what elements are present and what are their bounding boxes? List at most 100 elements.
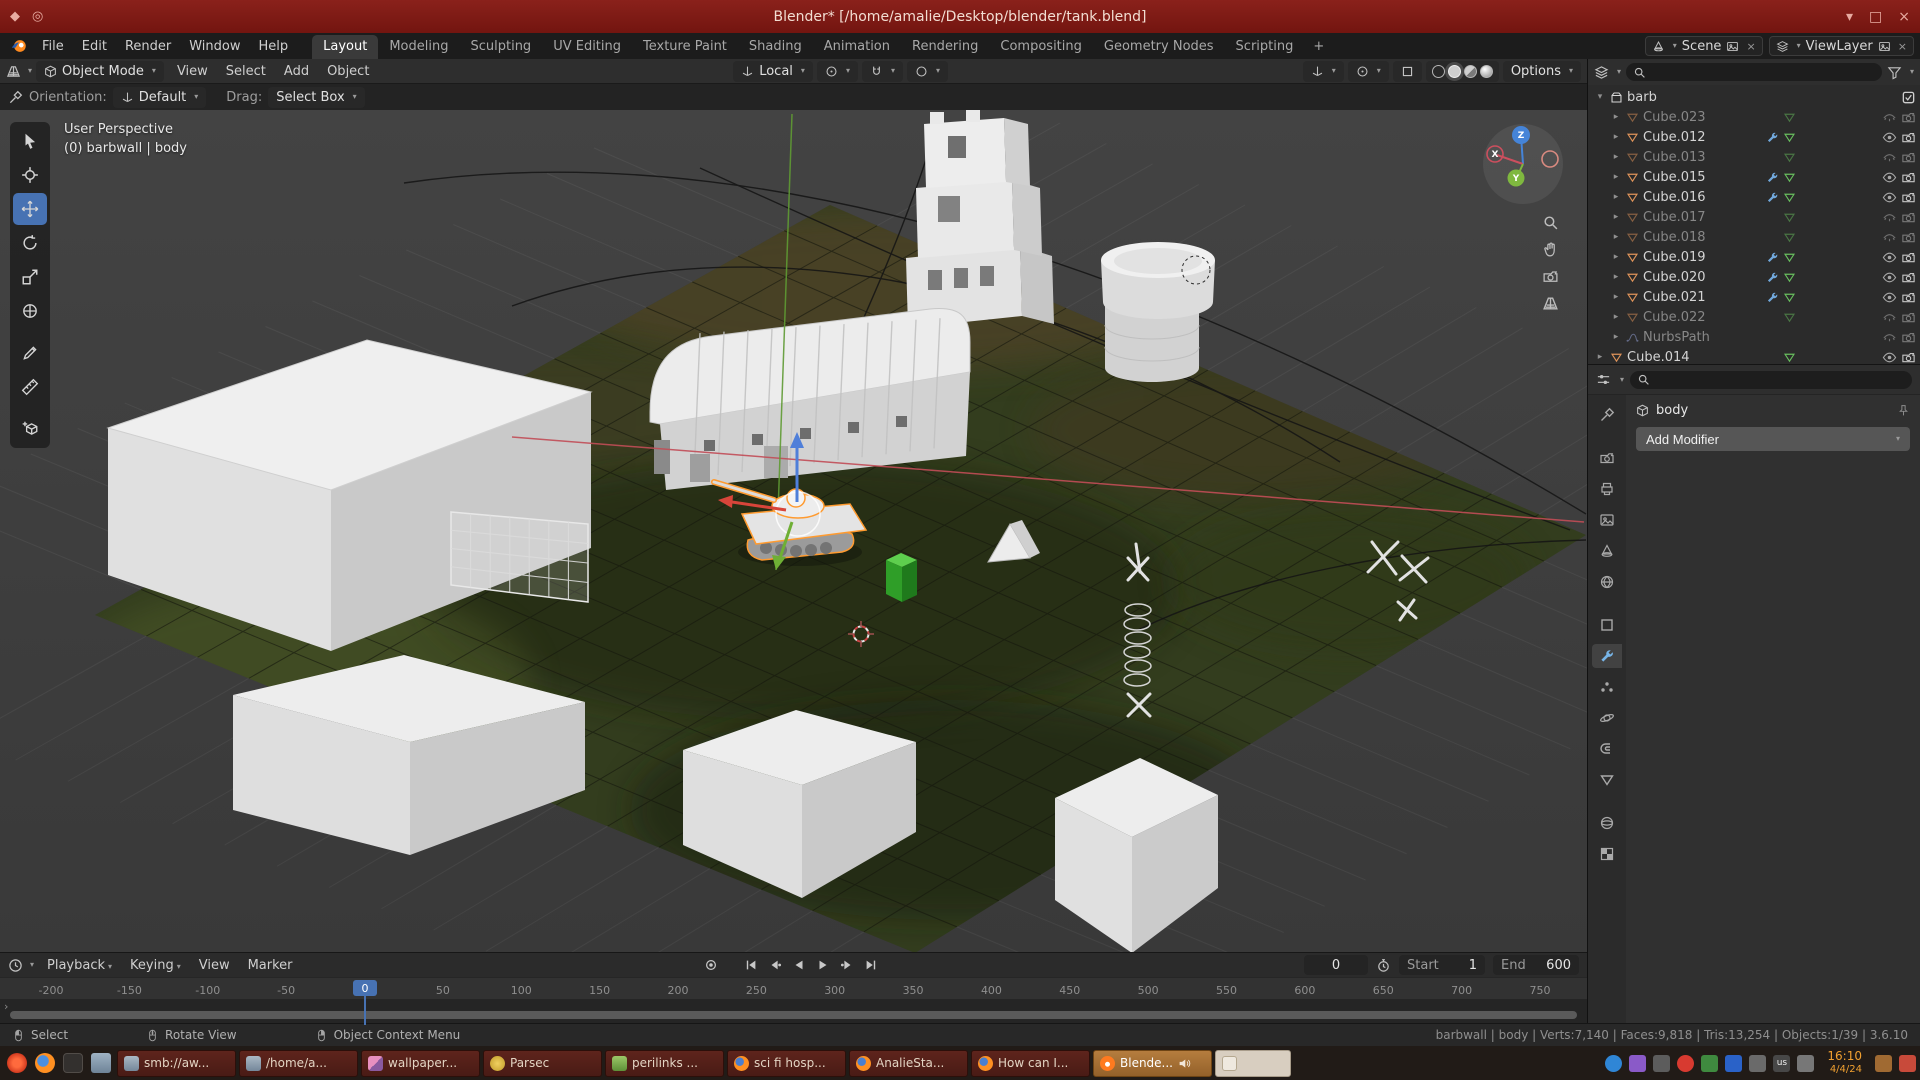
properties-tab-world[interactable]: [1592, 570, 1622, 594]
workspace-tab[interactable]: Modeling: [378, 35, 459, 59]
properties-tab-material[interactable]: [1592, 811, 1622, 835]
proportional-editing-toggle[interactable]: ▾: [907, 61, 948, 82]
blender-logo-icon[interactable]: [10, 37, 28, 55]
hide-in-viewport-toggle[interactable]: [1882, 270, 1897, 285]
workspace-tab[interactable]: Compositing: [989, 35, 1093, 59]
disable-in-renders-toggle[interactable]: [1901, 210, 1916, 225]
hide-in-viewport-toggle[interactable]: [1882, 250, 1897, 265]
launcher-icon[interactable]: [88, 1050, 114, 1076]
outliner-item-label[interactable]: Cube.023: [1643, 110, 1706, 125]
properties-tab-constraints[interactable]: [1592, 737, 1622, 761]
clock[interactable]: 16:10 4/4/24: [1827, 1050, 1862, 1076]
timeline-track-area[interactable]: ›: [0, 999, 1587, 1023]
outliner-item-label[interactable]: barb: [1627, 90, 1657, 105]
titlebar[interactable]: ◆ ◎ Blender* [/home/amalie/Desktop/blend…: [0, 0, 1920, 33]
taskbar-window-button[interactable]: Blende...: [1093, 1050, 1212, 1077]
new-viewlayer-icon[interactable]: [1878, 40, 1891, 53]
disable-in-renders-toggle[interactable]: [1901, 330, 1916, 345]
properties-tab-view-layer[interactable]: [1592, 508, 1622, 532]
disable-in-renders-toggle[interactable]: [1901, 250, 1916, 265]
disclosure-triangle-icon[interactable]: ▸: [1610, 332, 1622, 342]
timeline-expand-icon[interactable]: ›: [4, 1000, 8, 1013]
workspace-tab[interactable]: UV Editing: [542, 35, 632, 59]
show-overlays-dropdown[interactable]: ▾: [1348, 61, 1389, 82]
outliner-item-label[interactable]: Cube.014: [1627, 350, 1690, 365]
tray-icon[interactable]: [1605, 1055, 1622, 1072]
workspace-tab[interactable]: Shading: [738, 35, 813, 59]
hide-in-viewport-toggle[interactable]: [1882, 190, 1897, 205]
hide-in-viewport-toggle[interactable]: [1882, 170, 1897, 185]
outliner-row[interactable]: ▸ Cube.014: [1588, 347, 1920, 364]
transform-orientation-dropdown[interactable]: Local▾: [733, 61, 813, 82]
pan-hand-icon[interactable]: [1542, 241, 1559, 258]
camera-view-icon[interactable]: [1542, 268, 1559, 285]
tool-select-box[interactable]: [13, 125, 47, 157]
scene-selector[interactable]: ▾ Scene ×: [1645, 36, 1763, 56]
drag-mode-dropdown[interactable]: Select Box▾: [268, 87, 364, 108]
tray-icon[interactable]: [1677, 1055, 1694, 1072]
tray-icon[interactable]: [1629, 1055, 1646, 1072]
outliner-row[interactable]: ▸ Cube.023: [1588, 107, 1920, 127]
3d-viewport[interactable]: User Perspective (0) barbwall | body Z X…: [0, 110, 1587, 952]
outliner-row[interactable]: ▸ Cube.019: [1588, 247, 1920, 267]
stopwatch-icon[interactable]: [1376, 958, 1391, 973]
outliner-item-label[interactable]: Cube.020: [1643, 270, 1706, 285]
launcher-icon[interactable]: [4, 1050, 30, 1076]
filter-funnel-icon[interactable]: [1887, 65, 1902, 80]
unlink-scene-icon[interactable]: ×: [1746, 40, 1755, 53]
outliner-item-label[interactable]: Cube.017: [1643, 210, 1706, 225]
outliner-row[interactable]: ▸ Cube.020: [1588, 267, 1920, 287]
tray-icon[interactable]: [1749, 1055, 1766, 1072]
taskbar-window-button[interactable]: smb://aw...: [117, 1050, 236, 1077]
auto-keying-toggle[interactable]: [700, 956, 722, 974]
tool-rotate[interactable]: [13, 227, 47, 259]
launcher-icon[interactable]: [32, 1050, 58, 1076]
shade-button[interactable]: ▾: [1846, 9, 1853, 25]
disclosure-triangle-icon[interactable]: ▸: [1610, 132, 1622, 142]
maximize-button[interactable]: □: [1869, 9, 1882, 25]
taskbar-window-button[interactable]: How can I...: [971, 1050, 1090, 1077]
snap-toggle[interactable]: ▾: [862, 61, 903, 82]
shading-material-icon[interactable]: [1464, 65, 1477, 78]
hide-in-viewport-toggle[interactable]: [1882, 350, 1897, 365]
hide-in-viewport-toggle[interactable]: [1882, 330, 1897, 345]
properties-tab-object[interactable]: [1592, 613, 1622, 637]
add-workspace-button[interactable]: +: [1305, 35, 1332, 58]
taskbar-window-button[interactable]: sci fi hosp...: [727, 1050, 846, 1077]
tool-transform[interactable]: [13, 295, 47, 327]
tray-icon[interactable]: [1899, 1055, 1916, 1072]
disable-in-renders-toggle[interactable]: [1901, 150, 1916, 165]
jump-to-start-button[interactable]: [740, 956, 762, 974]
menu-item[interactable]: File: [33, 37, 73, 56]
outliner-row[interactable]: ▸ Cube.013: [1588, 147, 1920, 167]
disclosure-triangle-icon[interactable]: ▸: [1610, 272, 1622, 282]
tool-3d-cursor[interactable]: [13, 159, 47, 191]
window-menu-icon[interactable]: ◆: [10, 9, 20, 24]
mode-dropdown[interactable]: Object Mode▾: [36, 61, 164, 82]
viewport-scene[interactable]: [0, 110, 1587, 952]
viewport-menu-item[interactable]: Object: [318, 62, 378, 81]
menu-item[interactable]: Render: [116, 37, 180, 56]
frame-end-field[interactable]: End600: [1493, 955, 1579, 975]
outliner-item-label[interactable]: Cube.016: [1643, 190, 1706, 205]
outliner-row[interactable]: ▸ Cube.012: [1588, 127, 1920, 147]
next-keyframe-button[interactable]: [836, 956, 858, 974]
building-cylinder-tank[interactable]: [1101, 242, 1215, 382]
orientation-dropdown[interactable]: Default▾: [113, 87, 207, 108]
shading-rendered-icon[interactable]: [1480, 65, 1493, 78]
hide-in-viewport-toggle[interactable]: [1882, 310, 1897, 325]
tool-measure[interactable]: [13, 371, 47, 403]
jump-to-end-button[interactable]: [860, 956, 882, 974]
outliner-item-label[interactable]: Cube.022: [1643, 310, 1706, 325]
taskbar-window-button[interactable]: Parsec: [483, 1050, 602, 1077]
outliner-item-label[interactable]: Cube.019: [1643, 250, 1706, 265]
remove-viewlayer-icon[interactable]: ×: [1898, 40, 1907, 53]
disclosure-triangle-icon[interactable]: ▸: [1610, 312, 1622, 322]
hide-in-viewport-toggle[interactable]: [1882, 230, 1897, 245]
workspace-tab[interactable]: Sculpting: [459, 35, 542, 59]
new-scene-icon[interactable]: [1726, 40, 1739, 53]
zoom-icon[interactable]: [1542, 214, 1559, 231]
disable-in-renders-toggle[interactable]: [1901, 310, 1916, 325]
outliner-item-label[interactable]: NurbsPath: [1643, 330, 1710, 345]
taskbar-window-button[interactable]: [1215, 1050, 1291, 1077]
